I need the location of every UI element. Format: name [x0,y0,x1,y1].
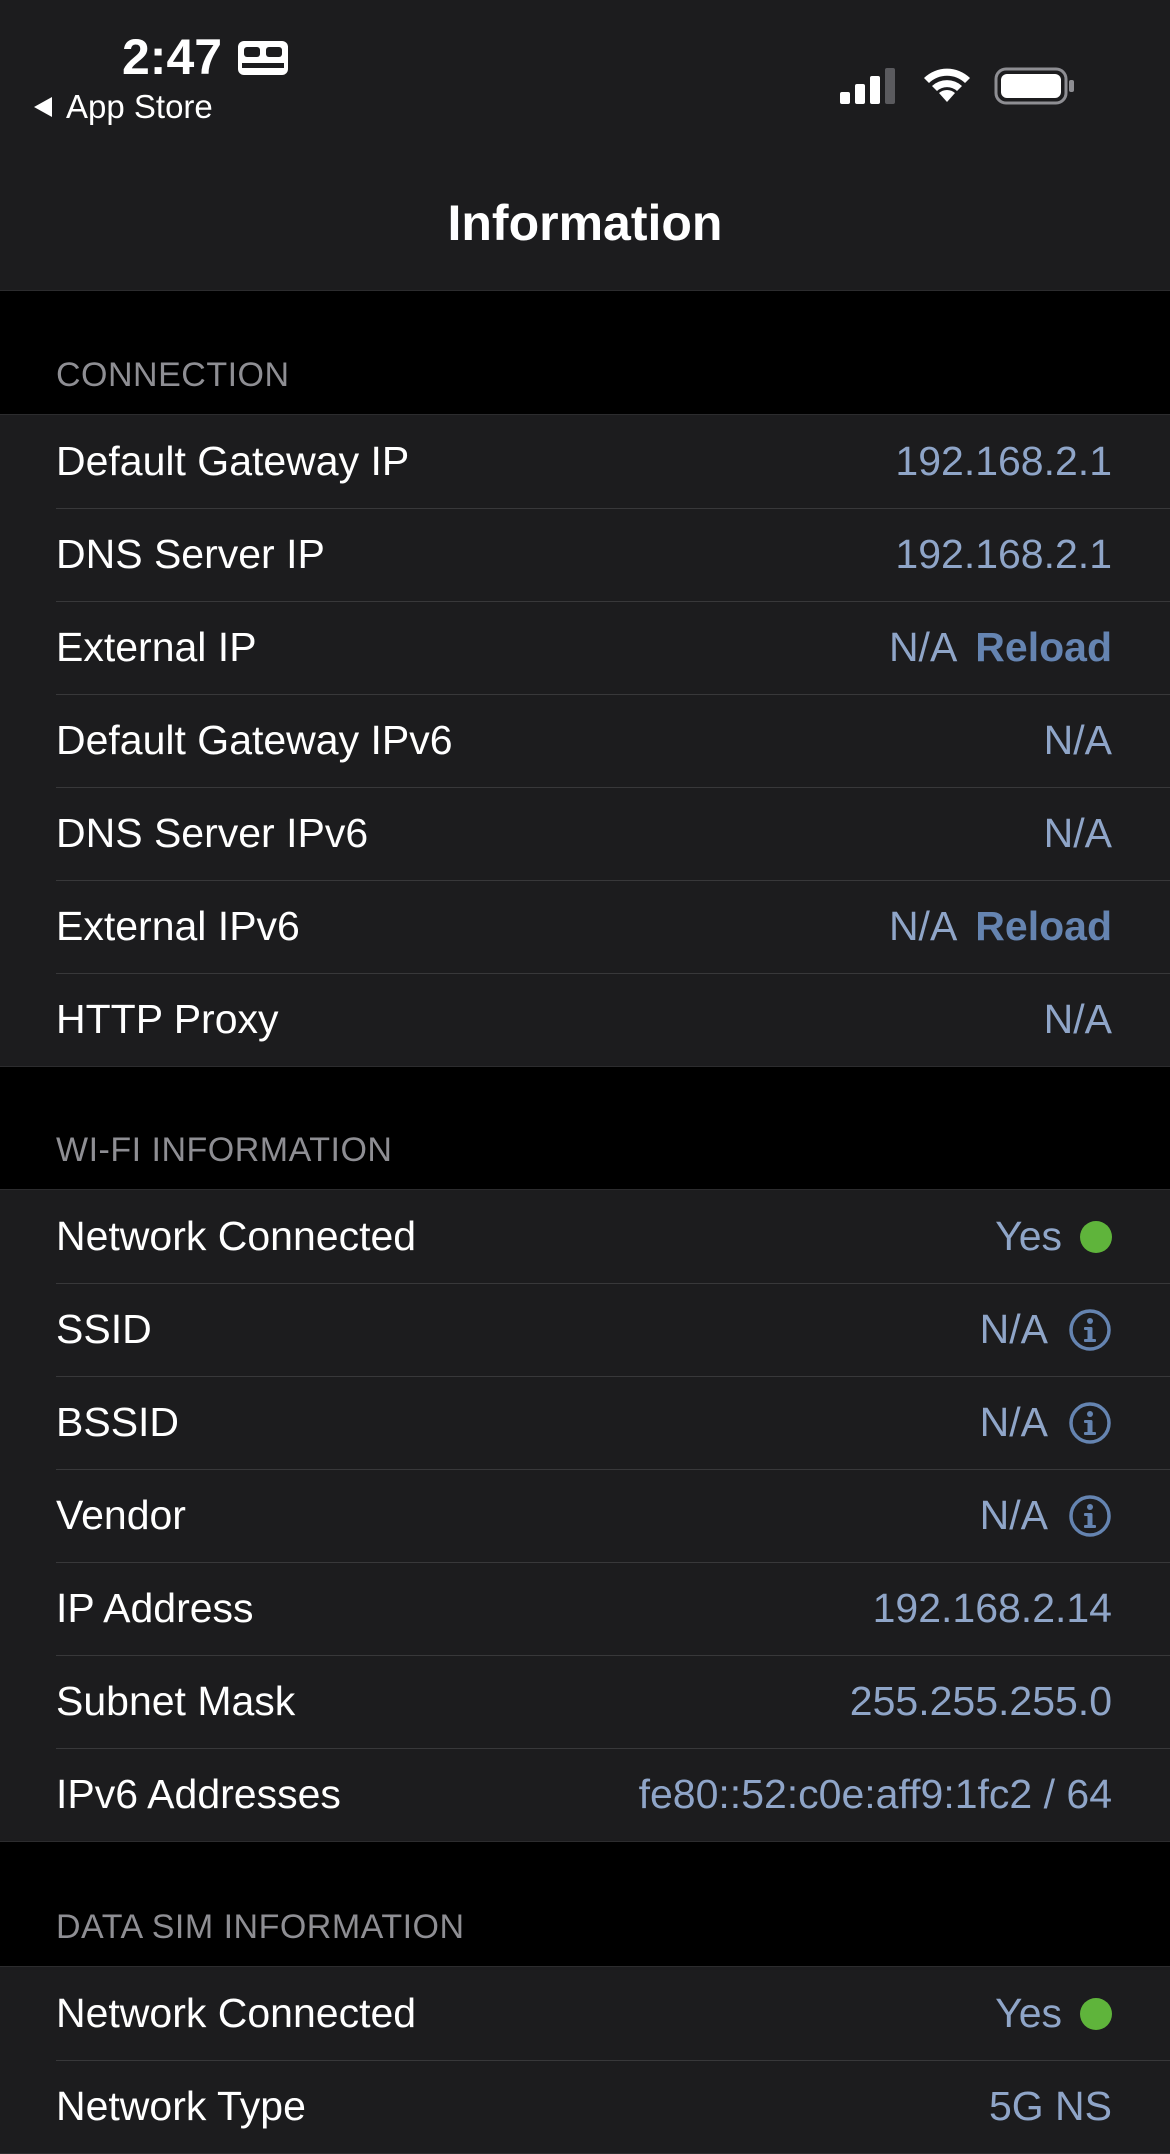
row-value: N/A [1043,717,1112,763]
row-value: N/A [979,1306,1048,1352]
row-label: DNS Server IP [56,531,325,577]
navigation-bar: Information [0,160,1170,291]
reload-external-ip-button[interactable]: Reload [975,624,1112,671]
row-label: Network Connected [56,1990,417,2036]
row-label: Default Gateway IPv6 [56,717,453,763]
row-value: N/A [888,903,958,949]
row-value: Yes [995,1213,1062,1259]
time-group: 2:47 [122,28,290,86]
row-bssid: BSSID N/A [0,1376,1170,1469]
row-default-gateway-ipv6: Default Gateway IPv6 N/A [0,694,1170,787]
page-title: Information [447,195,723,251]
section-header-wifi: WI-FI INFORMATION [56,1131,393,1169]
row-external-ipv6: External IPv6 N/A Reload [0,880,1170,973]
row-label: External IPv6 [56,903,300,949]
row-value: N/A [979,1399,1048,1445]
row-label: SSID [56,1306,152,1352]
row-sim-network-connected: Network Connected Yes [0,1967,1170,2060]
connection-group: Default Gateway IP 192.168.2.1 DNS Serve… [0,414,1170,1067]
back-triangle-icon [34,97,52,117]
info-icon[interactable] [1068,1401,1112,1445]
row-label: BSSID [56,1399,180,1445]
back-to-app-store[interactable]: App Store [32,88,213,126]
bed-icon [238,41,289,75]
row-value: 255.255.255.0 [849,1678,1112,1724]
row-value: N/A [1043,996,1112,1042]
row-ipv6-addresses: IPv6 Addresses fe80::52:c0e:aff9:1fc2 / … [0,1748,1170,1841]
section-header-connection: CONNECTION [56,356,290,394]
section-header-data-sim: DATA SIM INFORMATION [56,1908,465,1946]
status-bar: 2:47 App Store [0,0,1170,160]
row-value: N/A [1043,810,1112,856]
connected-indicator [1080,1220,1112,1253]
row-external-ip: External IP N/A Reload [0,601,1170,694]
row-ssid: SSID N/A [0,1283,1170,1376]
row-label: Default Gateway IP [56,438,410,484]
row-value: N/A [979,1492,1048,1538]
info-icon[interactable] [1068,1308,1112,1352]
row-network-type: Network Type 5G NS [0,2060,1170,2153]
row-value: 192.168.2.1 [895,438,1112,484]
row-value: Yes [995,1990,1062,2036]
status-time: 2:47 [122,29,223,85]
row-label: Network Connected [56,1213,417,1259]
info-icon[interactable] [1068,1494,1112,1538]
row-wifi-network-connected: Network Connected Yes [0,1190,1170,1283]
wifi-icon [924,68,970,102]
back-label: App Store [66,88,213,125]
row-subnet-mask: Subnet Mask 255.255.255.0 [0,1655,1170,1748]
row-dns-server-ip: DNS Server IP 192.168.2.1 [0,508,1170,601]
reload-external-ipv6-button[interactable]: Reload [975,903,1112,950]
row-label: Network Type [56,2083,306,2129]
battery-icon [994,67,1074,105]
row-dns-server-ipv6: DNS Server IPv6 N/A [0,787,1170,880]
wifi-group: Network Connected Yes SSID N/A BSSID N/A… [0,1189,1170,1842]
row-value: fe80::52:c0e:aff9:1fc2 / 64 [638,1771,1112,1817]
data-sim-group: Network Connected Yes Network Type 5G NS [0,1966,1170,2154]
row-label: External IP [56,624,257,670]
row-label: IPv6 Addresses [56,1771,341,1817]
row-http-proxy: HTTP Proxy N/A [0,973,1170,1066]
row-ip-address: IP Address 192.168.2.14 [0,1562,1170,1655]
row-value: 5G NS [988,2083,1112,2129]
row-default-gateway-ip: Default Gateway IP 192.168.2.1 [0,415,1170,508]
connected-indicator [1080,1997,1112,2030]
row-label: Vendor [56,1492,186,1538]
signal-icon [840,68,895,104]
row-value: N/A [888,624,958,670]
row-label: Subnet Mask [56,1678,296,1724]
row-value: 192.168.2.14 [872,1585,1112,1631]
row-vendor: Vendor N/A [0,1469,1170,1562]
row-label: DNS Server IPv6 [56,810,369,856]
row-label: IP Address [56,1585,254,1631]
row-value: 192.168.2.1 [895,531,1112,577]
row-label: HTTP Proxy [56,996,279,1042]
